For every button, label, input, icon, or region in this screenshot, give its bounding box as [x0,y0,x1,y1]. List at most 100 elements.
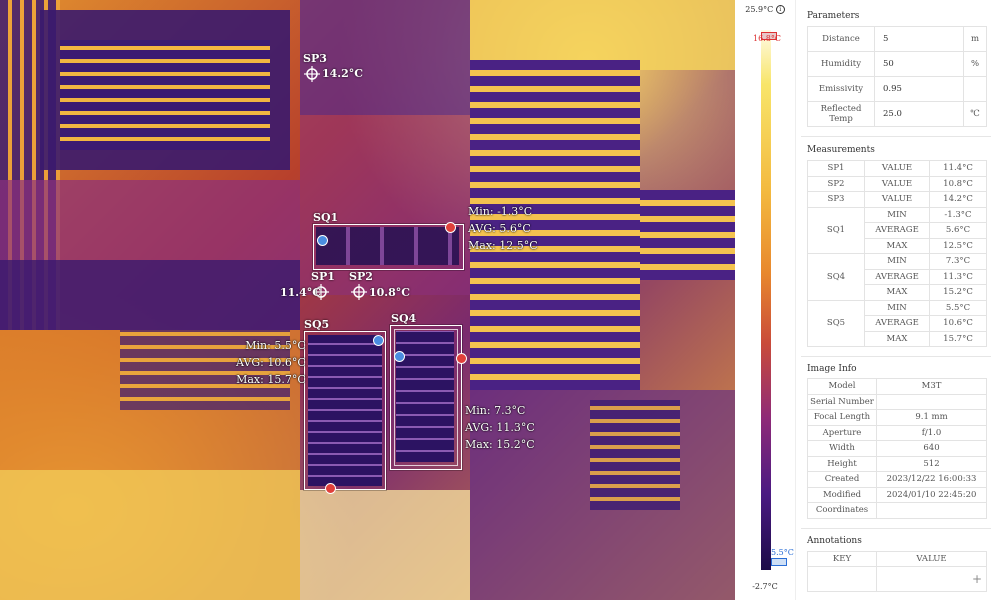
param-row-humidity: Humidity 50 % [807,51,987,77]
meas-name: SQ4 [807,253,865,301]
high-threshold-label: 16.8°C [753,34,781,43]
meas-value: 5.5°C [929,299,987,316]
table-row: Model M3T [807,378,987,395]
palette-bar[interactable] [761,30,771,570]
meas-name: SQ5 [807,299,865,347]
humidity-input[interactable]: 50 [874,51,964,77]
sp1-label: SP1 [311,270,335,283]
distance-input[interactable]: 5 [874,26,964,52]
meas-value: 15.7°C [929,330,987,347]
table-row: SQ4 MIN 7.3°C [807,253,987,301]
measurements-table: SP1 VALUE 11.4°C SP2 VALUE 10.8°C SP3 VA… [807,160,987,347]
solar-array-east-small [640,190,735,280]
sp2-temp: 10.8°C [369,286,411,299]
sq4-min-marker [394,351,405,362]
param-label: Humidity [807,51,875,77]
image-info-table: Model M3T Serial Number Focal Length 9.1 m… [807,378,987,519]
image-info-title: Image Info [807,364,857,374]
param-row-reflected-temp: Reflected Temp 25.0 ℃ [807,101,987,127]
side-panel: Parameters Distance 5 m Humidity 50 % Em… [795,0,995,600]
sq1-label: SQ1 [313,211,339,224]
meas-key: MAX [864,330,930,347]
meas-key: VALUE [864,160,930,177]
hot-area-south [300,490,470,600]
sq5-box[interactable] [304,331,386,490]
table-row: Height 512 [807,455,987,472]
info-label: Model [807,378,877,395]
param-label: Distance [807,26,875,52]
info-value: 2024/01/10 22:45:20 [876,486,987,503]
info-label: Aperture [807,424,877,441]
sq5-avg: AVG: 10.6°C [236,356,306,369]
info-value: M3T [876,378,987,395]
sq5-min: Min: 5.5°C [245,339,306,352]
scale-max: 25.9°C [745,5,774,14]
meas-key: AVERAGE [864,268,930,285]
param-label: Emissivity [807,76,875,102]
table-row: Created 2023/12/22 16:00:33 [807,471,987,488]
meas-key: MIN [864,299,930,316]
info-value: f/1.0 [876,424,987,441]
meas-key: MAX [864,237,930,254]
scale-max-label: 25.9°C i [735,5,795,14]
info-value [876,393,987,410]
info-icon[interactable]: i [775,5,785,14]
sq4-box[interactable] [390,325,462,470]
sq4-content [396,331,454,462]
param-label: Reflected Temp [807,101,875,127]
meas-key: VALUE [864,175,930,192]
meas-value: 12.5°C [929,237,987,254]
table-row: Modified 2024/01/10 22:45:20 [807,486,987,503]
param-row-emissivity: Emissivity 0.95 [807,76,987,102]
sp3-label: SP3 [303,52,327,65]
info-value: 9.1 mm [876,409,987,426]
add-annotation-button[interactable]: + [876,566,987,592]
meas-value: 5.6°C [929,222,987,239]
scale-min-label: -2.7°C [752,582,778,591]
meas-key: AVERAGE [864,222,930,239]
thermal-image[interactable]: SQ1 Min: -1.3°C AVG: 5.6°C Max: 12.5°C S… [0,0,735,600]
meas-value: -1.3°C [929,206,987,223]
info-label: Modified [807,486,877,503]
meas-value: 14.2°C [929,191,987,208]
sq4-stats: Min: 7.3°C AVG: 11.3°C Max: 15.2°C [465,402,535,453]
sp2-label: SP2 [349,270,373,283]
emissivity-input[interactable]: 0.95 [874,76,964,102]
sq5-label: SQ5 [304,318,330,331]
sq1-min-marker [317,235,328,246]
meas-value: 7.3°C [929,253,987,270]
sq4-min: Min: 7.3°C [465,404,526,417]
meas-name: SP2 [807,175,865,192]
sq1-box[interactable] [313,224,464,270]
table-row: SQ5 MIN 5.5°C [807,299,987,347]
meas-value: 11.3°C [929,268,987,285]
table-row: SP2 VALUE 10.8°C [807,175,987,192]
sq5-min-marker [373,335,384,346]
measurements-title: Measurements [807,145,875,155]
parameters-title: Parameters [807,11,860,21]
info-label: Coordinates [807,502,877,519]
param-unit: % [963,51,987,77]
sq1-avg: AVG: 5.6°C [468,222,531,235]
low-threshold-label: 5.5°C [771,548,794,557]
sq1-max: Max: 12.5°C [468,239,538,252]
table-row: SP1 VALUE 11.4°C [807,160,987,177]
reflected-temp-input[interactable]: 25.0 [874,101,964,127]
table-row: + [807,566,987,592]
sq4-avg: AVG: 11.3°C [465,421,535,434]
meas-key: MAX [864,284,930,301]
structure-southeast [590,400,680,510]
low-threshold-handle[interactable] [771,558,787,566]
info-value: 2023/12/22 16:00:33 [876,471,987,488]
table-row: Focal Length 9.1 mm [807,409,987,426]
info-label: Serial Number [807,393,877,410]
divider [801,528,991,529]
info-label: Height [807,455,877,472]
param-unit: m [963,26,987,52]
new-key-input[interactable] [807,566,877,592]
meas-value: 10.6°C [929,315,987,332]
sp2-crosshair-icon[interactable] [351,284,367,300]
sq1-min: Min: -1.3°C [468,205,533,218]
table-row: SQ1 MIN -1.3°C [807,206,987,254]
sp3-crosshair-icon[interactable] [304,66,320,82]
